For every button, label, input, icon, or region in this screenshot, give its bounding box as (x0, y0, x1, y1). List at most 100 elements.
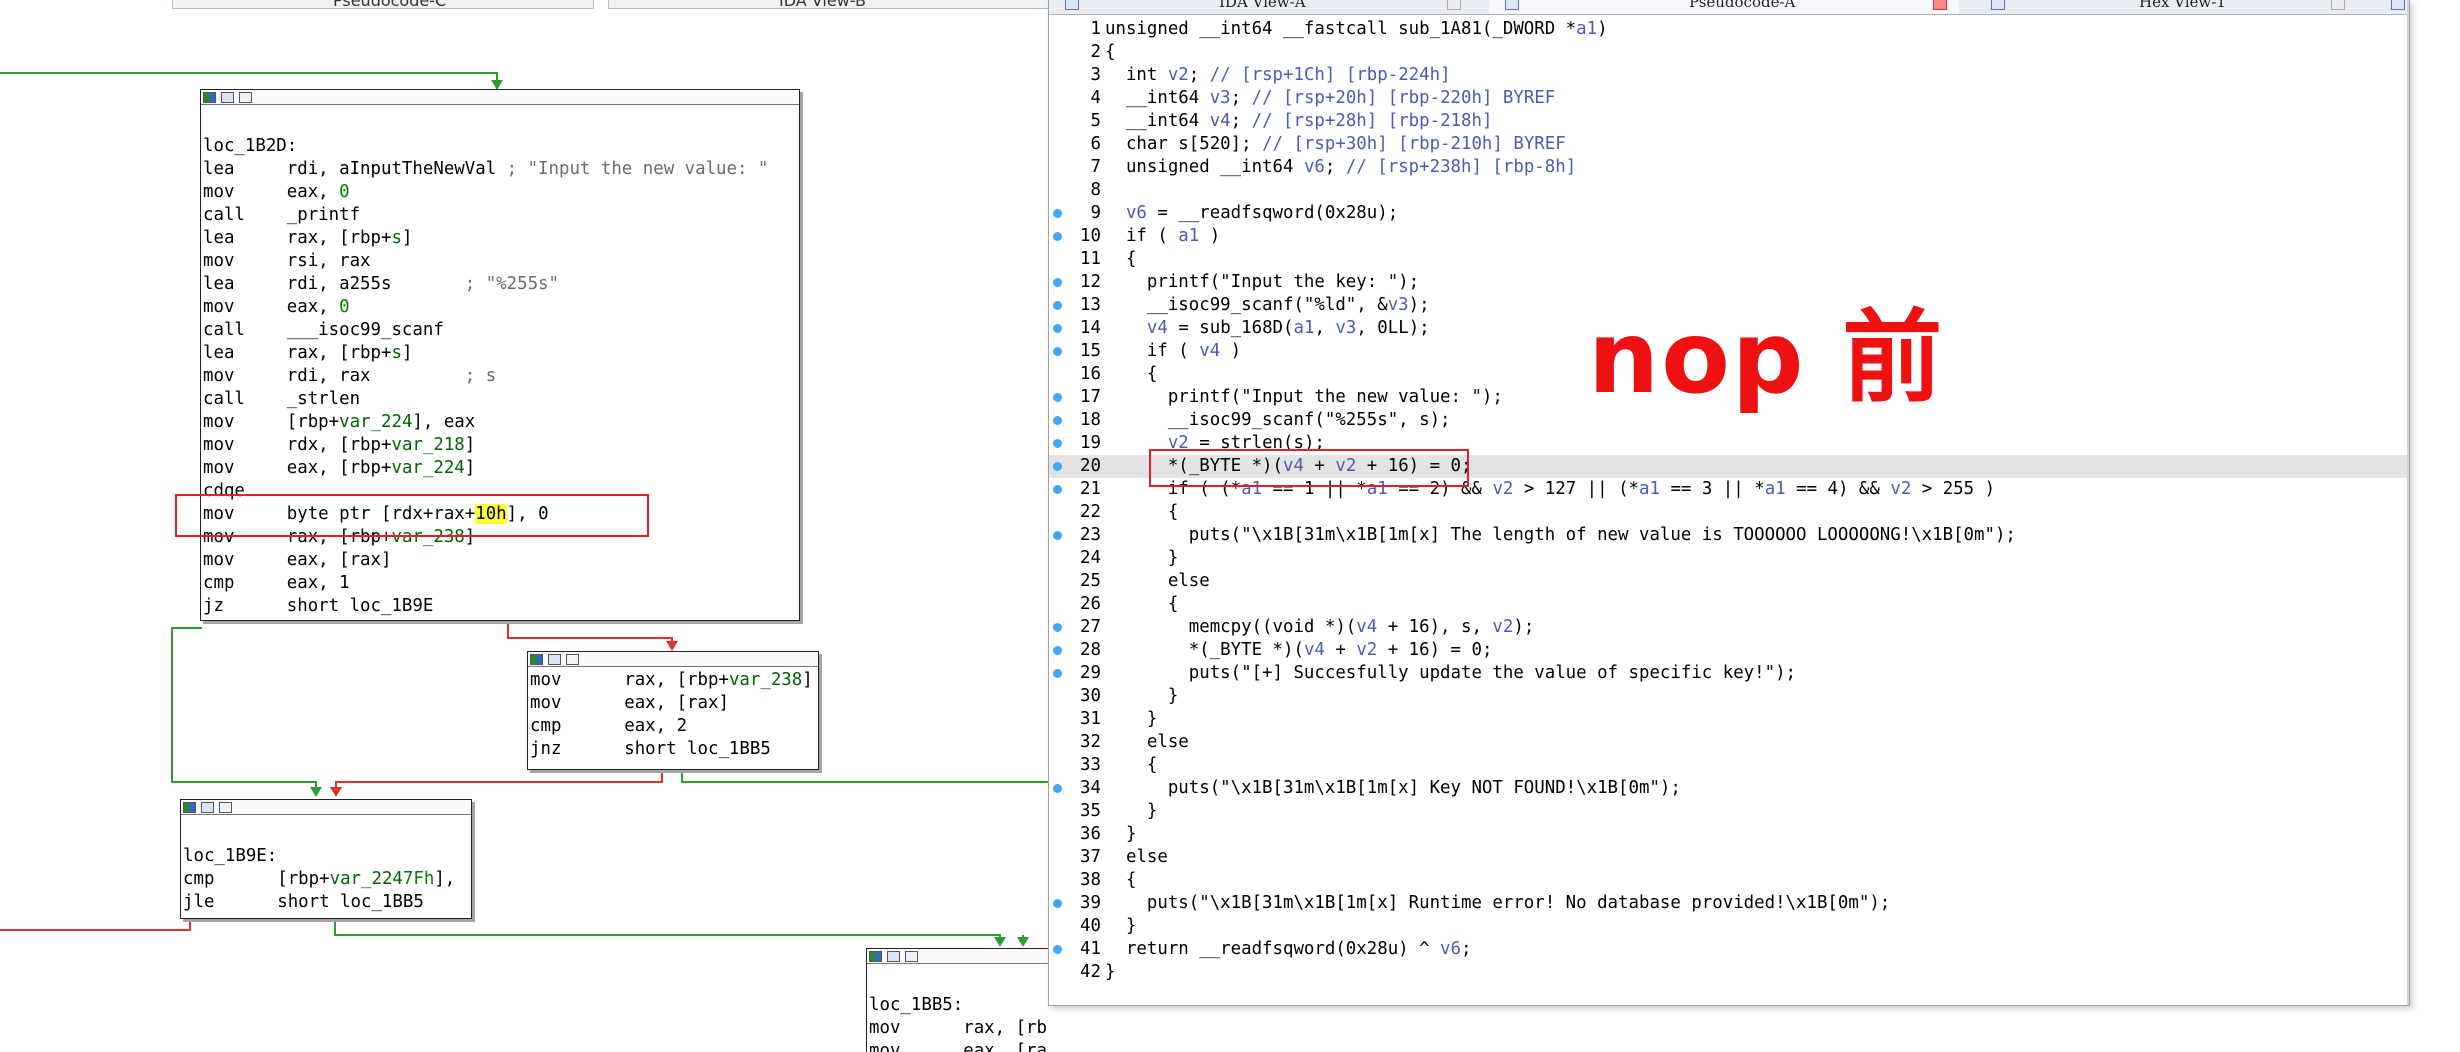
code-line[interactable]: 34 puts("\x1B[31m\x1B[1m[x] Key NOT FOUN… (1049, 777, 2409, 800)
graph-node-loc_1B2D[interactable]: loc_1B2D: lea rdi, aInputTheNewVal ; "In… (200, 89, 800, 621)
code-line[interactable]: 11 { (1049, 248, 2409, 271)
asm-line[interactable]: mov rax, [rbp+var_238] (869, 1017, 1048, 1040)
code-line[interactable]: 39 puts("\x1B[31m\x1B[1m[x] Runtime erro… (1049, 892, 2409, 915)
asm-line[interactable]: call _printf (203, 204, 360, 227)
code-variable[interactable]: v3 (1210, 88, 1231, 108)
code-variable[interactable]: v2 (1356, 640, 1377, 660)
code-variable[interactable]: v4 (1199, 341, 1220, 361)
code-line[interactable]: 25 else (1049, 570, 2409, 593)
code-line[interactable]: 22 { (1049, 501, 2409, 524)
code-variable[interactable]: v6 (1304, 157, 1325, 177)
asm-line[interactable]: mov rdi, rax ; s (203, 365, 496, 388)
code-text: __int64 v3; // [rsp+20h] [rbp-220h] BYRE… (1105, 88, 1556, 108)
code-line[interactable]: 30 } (1049, 685, 2409, 708)
code-line[interactable]: 3 int v2; // [rsp+1Ch] [rbp-224h] (1049, 64, 2409, 87)
asm-line[interactable]: mov eax, [rax] (869, 1040, 1048, 1052)
asm-line[interactable]: call ___isoc99_scanf (203, 319, 444, 342)
code-line[interactable]: 24 } (1049, 547, 2409, 570)
graph-node-loc_1B9E[interactable]: loc_1B9E: cmp [rbp+var_2247Fh], jle shor… (180, 799, 472, 919)
code-line[interactable]: 9 v6 = __readfsqword(0x28u); (1049, 202, 2409, 225)
code-line[interactable]: 40 } (1049, 915, 2409, 938)
code-variable[interactable]: v4 (1304, 640, 1325, 660)
code-line[interactable]: 8 (1049, 179, 2409, 202)
code-line[interactable]: 1 unsigned __int64 __fastcall sub_1A81(_D… (1049, 18, 2409, 41)
asm-number: 0 (339, 297, 350, 317)
tab-pseudocode-a[interactable]: Pseudocode-A (1489, 0, 1959, 14)
graph-node-loc_1BB5[interactable]: loc_1BB5: mov rax, [rbp+var_238]mov eax,… (866, 948, 1048, 1052)
graph-view[interactable]: Pseudocode-C IDA View-B (0, 0, 1048, 1052)
tab-more[interactable] (2389, 0, 2409, 14)
asm-line[interactable]: mov eax, [rax] (203, 549, 391, 572)
code-variable[interactable]: a1 (1639, 479, 1660, 499)
code-line[interactable]: 4 __int64 v3; // [rsp+20h] [rbp-220h] BY… (1049, 87, 2409, 110)
asm-line[interactable]: mov rdx, [rbp+var_218] (203, 434, 475, 457)
code-variable[interactable]: v3 (1335, 318, 1356, 338)
node-header (181, 800, 471, 815)
code-line[interactable]: 27 memcpy((void *)(v4 + 16), s, v2); (1049, 616, 2409, 639)
code-line[interactable]: 42} (1049, 961, 2409, 984)
code-line[interactable]: 37 else (1049, 846, 2409, 869)
tab-hex-view-1[interactable]: Hex View-1 (1979, 0, 2379, 14)
code-variable[interactable]: a1 (1293, 318, 1314, 338)
code-line[interactable]: 33 { (1049, 754, 2409, 777)
code-line[interactable]: 2{ (1049, 41, 2409, 64)
code-line[interactable]: 10 if ( a1 ) (1049, 225, 2409, 248)
code-line[interactable]: 35 } (1049, 800, 2409, 823)
asm-line[interactable]: jnz short loc_1BB5 (530, 738, 771, 761)
node-image-icon (548, 654, 561, 665)
code-line[interactable]: 7 unsigned __int64 v6; // [rsp+238h] [rb… (1049, 156, 2409, 179)
asm-line[interactable]: cmp eax, 1 (203, 572, 350, 595)
code-variable[interactable]: v6 (1126, 203, 1147, 223)
asm-line[interactable]: lea rdi, aInputTheNewVal ; "Input the ne… (203, 158, 768, 181)
asm-line[interactable]: mov rsi, rax (203, 250, 371, 273)
asm-line[interactable]: mov [rbp+var_224], eax (203, 411, 475, 434)
asm-line[interactable]: lea rdi, a255s ; "%255s" (203, 273, 559, 296)
asm-line[interactable]: mov eax, [rax] (530, 692, 729, 715)
code-line[interactable]: 38 { (1049, 869, 2409, 892)
code-variable[interactable]: v2 (1492, 479, 1513, 499)
code-variable[interactable]: v4 (1356, 617, 1377, 637)
code-variable[interactable]: v2 (1168, 65, 1189, 85)
asm-line[interactable]: mov eax, [rbp+var_224] (203, 457, 475, 480)
code-variable[interactable]: v4 (1147, 318, 1168, 338)
code-variable[interactable]: v6 (1440, 939, 1461, 959)
scrollbar[interactable] (2407, 0, 2409, 1005)
code-line[interactable]: 5 __int64 v4; // [rsp+28h] [rbp-218h] (1049, 110, 2409, 133)
code-line[interactable]: 29 puts("[+] Succesfully update the valu… (1049, 662, 2409, 685)
code-variable[interactable]: a1 (1178, 226, 1199, 246)
asm-line[interactable]: mov eax, 0 (203, 296, 350, 319)
asm-line[interactable]: mov rax, [rbp+var_238] (530, 669, 813, 692)
code-variable[interactable]: v4 (1210, 111, 1231, 131)
code-line[interactable]: 6 char s[520]; // [rsp+30h] [rbp-210h] B… (1049, 133, 2409, 156)
tab-ida-view-a[interactable]: IDA View-A (1049, 0, 1469, 14)
code-variable[interactable]: v2 (1492, 617, 1513, 637)
asm-line[interactable]: cmp [rbp+var_2247Fh], (183, 868, 466, 891)
asm-line[interactable]: lea rax, [rbp+s] (203, 342, 412, 365)
close-icon[interactable] (2331, 0, 2345, 10)
close-icon[interactable] (1447, 0, 1461, 10)
asm-line[interactable]: cmp eax, 2 (530, 715, 687, 738)
asm-line[interactable]: jz short loc_1B9E (203, 595, 433, 618)
code-line[interactable]: 31 } (1049, 708, 2409, 731)
asm-mnemonic: mov (203, 412, 287, 432)
graph-node-2[interactable]: mov rax, [rbp+var_238] mov eax, [rax] cmp … (527, 651, 819, 770)
line-number: 27 (1080, 617, 1101, 637)
asm-line[interactable]: lea rax, [rbp+s] (203, 227, 412, 250)
asm-operand: rax, [rbp+ (286, 228, 392, 248)
code-variable[interactable]: a1 (1576, 19, 1597, 39)
code-line[interactable]: 36 } (1049, 823, 2409, 846)
asm-line[interactable]: mov eax, 0 (203, 181, 350, 204)
edge-node3-false (0, 908, 191, 931)
code-variable[interactable]: v2 (1890, 479, 1911, 499)
code-variable[interactable]: a1 (1765, 479, 1786, 499)
code-line[interactable]: 32 else (1049, 731, 2409, 754)
code-line[interactable]: 41 return __readfsqword(0x28u) ^ v6; (1049, 938, 2409, 961)
close-icon[interactable] (1933, 0, 1947, 10)
pseudocode-window[interactable]: IDA View-A Pseudocode-A Hex View-1 1 unsi… (1048, 0, 2410, 1006)
asm-line[interactable]: jle short loc_1BB5 (183, 891, 424, 914)
code-line[interactable]: 26 { (1049, 593, 2409, 616)
asm-line[interactable]: call _strlen (203, 388, 360, 411)
code-line[interactable]: 23 puts("\x1B[31m\x1B[1m[x] The length o… (1049, 524, 2409, 547)
code-variable[interactable]: v3 (1388, 295, 1409, 315)
code-line[interactable]: 28 *(_BYTE *)(v4 + v2 + 16) = 0; (1049, 639, 2409, 662)
